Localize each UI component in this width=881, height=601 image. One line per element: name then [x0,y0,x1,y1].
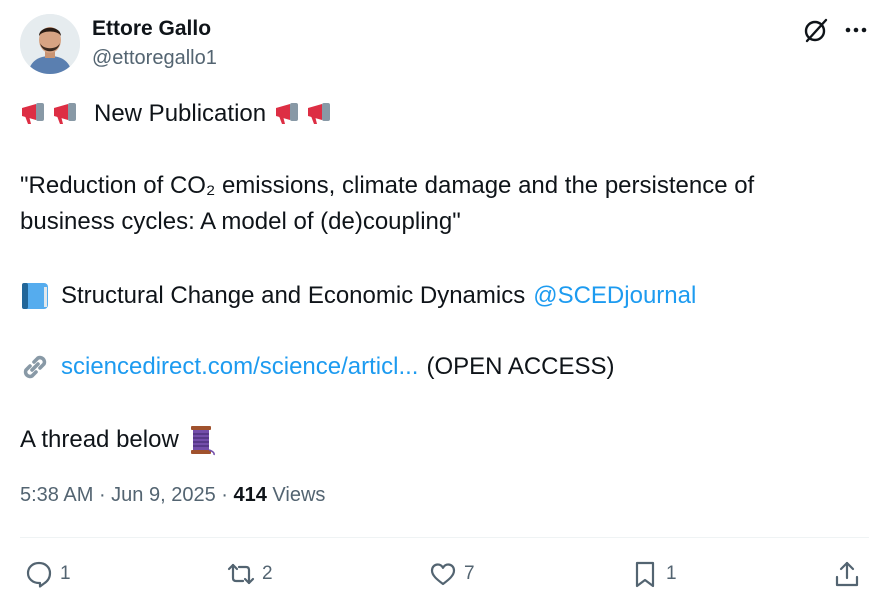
bookmark-button[interactable]: 1 [630,558,677,590]
post-headline: New Publication [94,100,267,127]
grok-icon[interactable] [802,16,830,44]
views-label: Views [272,484,326,506]
author-handle[interactable]: @ettoregallo1 [92,47,217,70]
article-link[interactable]: sciencedirect.com/science/articl... [61,353,418,381]
post-journal-line: Structural Change and Economic Dynamics … [20,281,696,311]
like-button[interactable]: 7 [428,558,475,590]
repost-icon [227,563,255,585]
post-thread-line: A thread below [20,424,217,456]
journal-mention-link[interactable]: @SCEDjournal [533,282,696,310]
avatar-photo [20,14,80,74]
post-date[interactable]: Jun 9, 2025 [111,484,216,506]
title-subscript: ₂ [205,172,216,199]
meta-separator: · [221,484,234,506]
megaphone-emoji [22,103,44,124]
more-options-icon[interactable] [842,16,870,44]
bookmark-icon [635,561,655,588]
reply-count: 1 [60,563,71,584]
avatar[interactable] [20,14,80,74]
link-emoji [23,355,47,379]
bookmark-count: 1 [666,563,677,584]
views-count: 414 [233,484,267,506]
journal-name: Structural Change and Economic Dynamics [61,282,526,309]
title-part-b: emissions, climate damage and the persis… [215,172,755,199]
repost-button[interactable]: 2 [226,558,273,590]
repost-count: 2 [262,563,273,584]
post-time[interactable]: 5:38 AM [20,484,93,506]
reply-icon [26,561,52,588]
thread-text: A thread below [20,426,179,453]
post-title-line1: "Reduction of CO ₂ emissions, climate dam… [20,172,754,200]
megaphone-emoji [276,103,299,124]
post-link-line: sciencedirect.com/science/articl... (OPE… [20,352,615,382]
title-part-a: "Reduction of CO [20,172,206,199]
blue-book-emoji [22,283,48,309]
post-meta: 5:38 AM · Jun 9, 2025 · 414 Views [20,484,325,507]
post-headline-line: New Publication [20,100,338,128]
share-icon [835,561,859,587]
like-count: 7 [464,563,475,584]
share-button[interactable] [832,558,862,590]
reply-button[interactable]: 1 [24,558,71,590]
spool-of-thread-emoji [190,426,215,456]
action-bar-divider [20,537,869,538]
megaphone-emoji [308,103,331,124]
megaphone-emoji [54,103,76,124]
author-name[interactable]: Ettore Gallo [92,17,211,41]
heart-icon [430,563,456,586]
link-suffix: (OPEN ACCESS) [426,353,615,380]
post-title-line2: business cycles: A model of (de)coupling… [20,208,461,235]
meta-separator: · [98,484,112,506]
